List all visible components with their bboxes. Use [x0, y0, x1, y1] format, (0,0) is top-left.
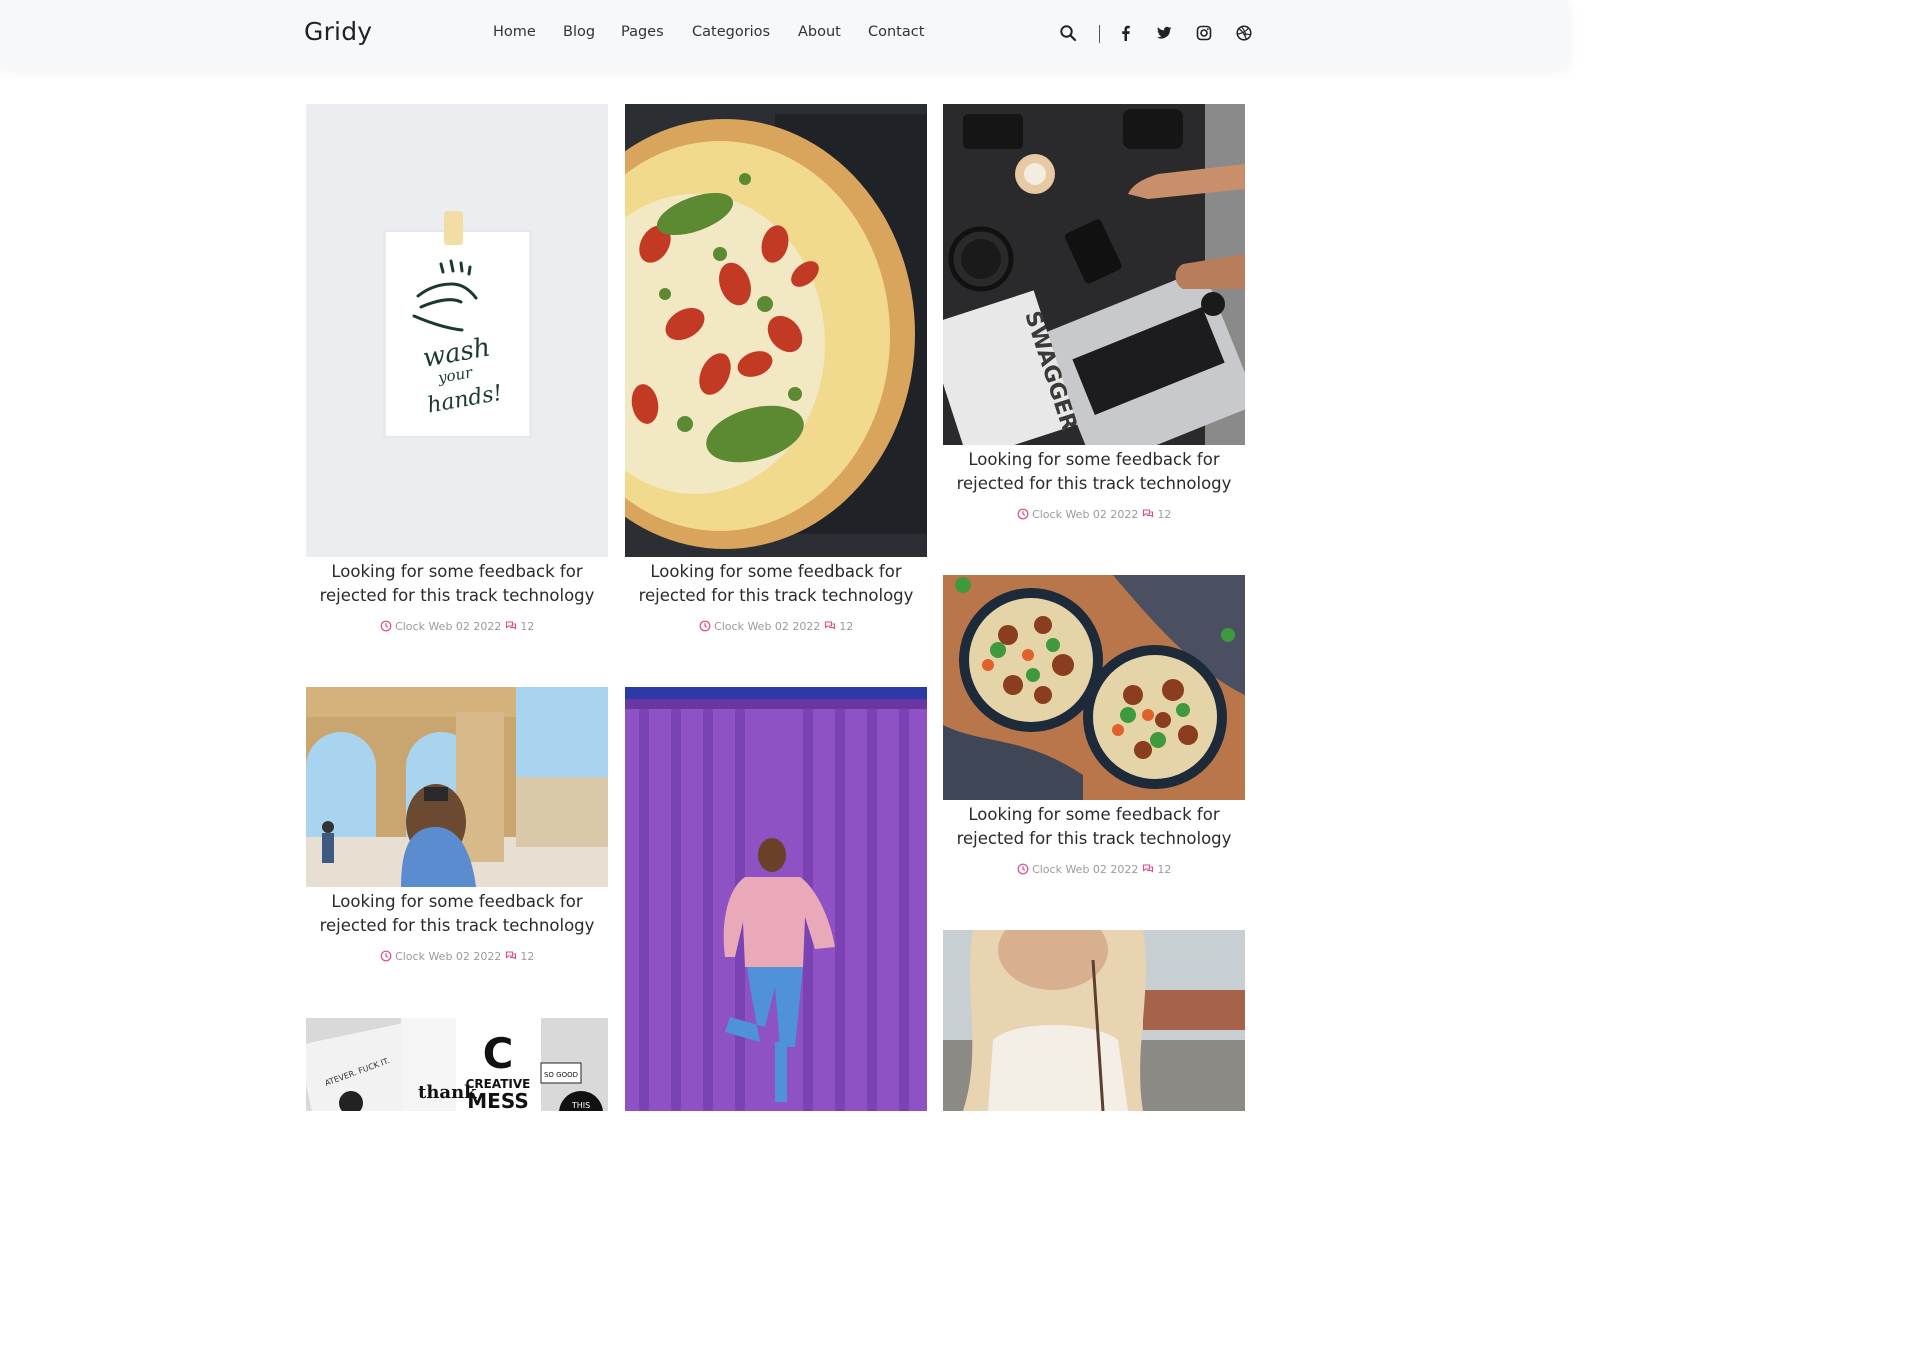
clock-icon — [1017, 863, 1029, 875]
post-comment-count[interactable]: 12 — [520, 950, 534, 963]
comments-icon — [505, 950, 517, 962]
facebook-icon[interactable] — [1117, 24, 1135, 42]
nav-pages[interactable]: Pages — [621, 24, 664, 40]
post-image[interactable] — [943, 575, 1245, 800]
post-image[interactable]: SWAGGER — [943, 104, 1245, 445]
nav-categorios[interactable]: Categorios — [692, 24, 770, 40]
post-date: Clock Web 02 2022 — [395, 950, 502, 963]
noodle-bowls-image — [943, 575, 1245, 800]
site-logo[interactable]: Gridy — [304, 17, 372, 46]
desk-image: SWAGGER — [943, 104, 1245, 445]
comments-icon — [505, 620, 517, 632]
blonde-woman-image — [943, 930, 1245, 1111]
post-comment-count[interactable]: 12 — [1157, 863, 1171, 876]
svg-text:THIS: THIS — [571, 1101, 590, 1110]
header-divider — [1099, 25, 1100, 43]
clock-icon — [380, 950, 392, 962]
search-icon[interactable] — [1059, 24, 1077, 42]
post-card[interactable] — [625, 687, 927, 1111]
traveler-image — [306, 687, 608, 887]
post-meta: Clock Web 02 2022 12 — [943, 863, 1245, 876]
creative-mess-image: ATEVER. FUCK IT. C CREATIVE MESS thank S… — [306, 1018, 608, 1111]
clock-icon — [1017, 508, 1029, 520]
post-card[interactable]: Looking for some feedback for rejected f… — [306, 687, 608, 977]
post-date: Clock Web 02 2022 — [714, 620, 821, 633]
clock-icon — [380, 620, 392, 632]
svg-text:SO GOOD: SO GOOD — [544, 1071, 578, 1079]
instagram-icon[interactable] — [1195, 24, 1213, 42]
nav-blog[interactable]: Blog — [563, 24, 595, 40]
post-date: Clock Web 02 2022 — [1032, 863, 1139, 876]
post-date: Clock Web 02 2022 — [1032, 508, 1139, 521]
nav-home[interactable]: Home — [493, 24, 536, 40]
post-date: Clock Web 02 2022 — [395, 620, 502, 633]
comments-icon — [1142, 508, 1154, 520]
post-card[interactable] — [943, 930, 1245, 1111]
site-header: Gridy Home Blog Pages Categorios About C… — [0, 0, 1568, 68]
post-image[interactable]: ATEVER. FUCK IT. C CREATIVE MESS thank S… — [306, 1018, 608, 1111]
post-meta: Clock Web 02 2022 12 — [306, 950, 608, 963]
post-title[interactable]: Looking for some feedback for rejected f… — [943, 803, 1245, 851]
post-comment-count[interactable]: 12 — [520, 620, 534, 633]
post-card[interactable]: SWAGGER Looking for some feedback for re… — [943, 104, 1245, 534]
svg-text:thank: thank — [418, 1082, 477, 1103]
post-card[interactable]: ATEVER. FUCK IT. C CREATIVE MESS thank S… — [306, 1018, 608, 1111]
post-card[interactable]: Looking for some feedback for rejected f… — [943, 575, 1245, 885]
pizza-image — [625, 104, 927, 557]
post-image[interactable]: wash your hands! — [306, 104, 608, 557]
post-image[interactable] — [306, 687, 608, 887]
purple-wall-image — [625, 687, 927, 1111]
comments-icon — [1142, 863, 1154, 875]
nav-about[interactable]: About — [798, 24, 841, 40]
post-meta: Clock Web 02 2022 12 — [943, 508, 1245, 521]
clock-icon — [699, 620, 711, 632]
post-image[interactable] — [943, 930, 1245, 1111]
post-card[interactable]: wash your hands! Looking for some feedba… — [306, 104, 608, 644]
post-card[interactable]: Looking for some feedback for rejected f… — [625, 104, 927, 644]
post-meta: Clock Web 02 2022 12 — [625, 620, 927, 633]
post-image[interactable] — [625, 687, 927, 1111]
post-image[interactable] — [625, 104, 927, 557]
post-title[interactable]: Looking for some feedback for rejected f… — [943, 448, 1245, 496]
post-meta: Clock Web 02 2022 12 — [306, 620, 608, 633]
nav-contact[interactable]: Contact — [868, 24, 924, 40]
post-title[interactable]: Looking for some feedback for rejected f… — [306, 560, 608, 608]
post-comment-count[interactable]: 12 — [1157, 508, 1171, 521]
wash-hands-image: wash your hands! — [306, 104, 608, 557]
comments-icon — [824, 620, 836, 632]
post-title[interactable]: Looking for some feedback for rejected f… — [306, 890, 608, 938]
post-title[interactable]: Looking for some feedback for rejected f… — [625, 560, 927, 608]
twitter-icon[interactable] — [1155, 24, 1173, 42]
post-comment-count[interactable]: 12 — [839, 620, 853, 633]
svg-text:C: C — [483, 1029, 514, 1078]
dribbble-icon[interactable] — [1235, 24, 1253, 42]
